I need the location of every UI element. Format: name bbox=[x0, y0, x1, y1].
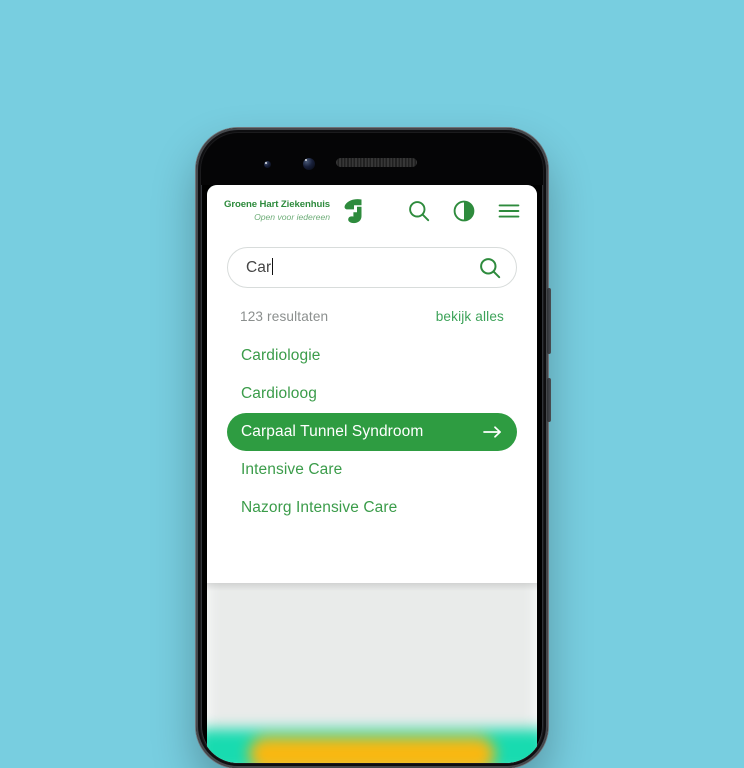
text-caret bbox=[272, 258, 274, 275]
search-result-label: Carpaal Tunnel Syndroom bbox=[241, 423, 424, 440]
header-actions bbox=[407, 199, 521, 223]
arrow-right-icon bbox=[483, 426, 501, 438]
phone-device-frame: Groene Hart Ziekenhuis Open voor iederee… bbox=[196, 128, 551, 768]
search-input[interactable]: Car bbox=[246, 258, 478, 277]
search-icon[interactable] bbox=[407, 199, 431, 223]
results-meta: 123 resultaten bekijk alles bbox=[240, 309, 504, 324]
search-field[interactable]: Car bbox=[227, 247, 517, 288]
brand-name: Groene Hart Ziekenhuis bbox=[224, 199, 331, 211]
phone-screen: Groene Hart Ziekenhuis Open voor iederee… bbox=[207, 185, 537, 763]
volume-rocker-button[interactable] bbox=[547, 288, 551, 354]
phone-top-bezel bbox=[201, 133, 543, 185]
power-button[interactable] bbox=[547, 378, 551, 422]
search-result-label: Nazorg Intensive Care bbox=[241, 499, 398, 516]
search-result-item[interactable]: Cardioloog bbox=[227, 375, 517, 413]
search-result-label: Cardiologie bbox=[241, 347, 321, 364]
contrast-icon[interactable] bbox=[452, 199, 476, 223]
earpiece-speaker-grille bbox=[336, 158, 417, 167]
camera-glint-small bbox=[265, 162, 267, 164]
search-submit-icon[interactable] bbox=[478, 256, 502, 280]
search-result-label: Cardioloog bbox=[241, 385, 317, 402]
search-result-label: Intensive Care bbox=[241, 461, 343, 478]
search-input-value: Car bbox=[246, 259, 272, 276]
hamburger-menu-icon[interactable] bbox=[497, 199, 521, 223]
search-result-item[interactable]: Intensive Care bbox=[227, 451, 517, 489]
brand-tagline: Open voor iedereen bbox=[254, 212, 331, 222]
brand-logo[interactable]: Groene Hart Ziekenhuis Open voor iederee… bbox=[224, 198, 365, 224]
view-all-link[interactable]: bekijk alles bbox=[436, 309, 504, 324]
logo-mark-icon bbox=[344, 199, 362, 224]
results-count: 123 resultaten bbox=[240, 309, 329, 324]
screenshot-canvas: Groene Hart Ziekenhuis Open voor iederee… bbox=[0, 0, 744, 768]
search-result-item[interactable]: Nazorg Intensive Care bbox=[227, 489, 517, 527]
brand-text-block: Groene Hart Ziekenhuis Open voor iederee… bbox=[224, 200, 330, 221]
search-overlay-panel: Groene Hart Ziekenhuis Open voor iederee… bbox=[207, 185, 537, 583]
overlay-drop-shadow bbox=[207, 583, 537, 591]
search-result-item[interactable]: Cardiologie bbox=[227, 337, 517, 375]
search-results-list: Cardiologie Cardioloog Carpaal Tunnel Sy… bbox=[227, 337, 517, 527]
search-result-item-selected[interactable]: Carpaal Tunnel Syndroom bbox=[227, 413, 517, 451]
app-header: Groene Hart Ziekenhuis Open voor iederee… bbox=[207, 185, 537, 237]
camera-glint-large bbox=[305, 159, 307, 161]
phone-inner-bezel: Groene Hart Ziekenhuis Open voor iederee… bbox=[201, 133, 543, 763]
blurred-cta-button[interactable] bbox=[249, 737, 495, 763]
